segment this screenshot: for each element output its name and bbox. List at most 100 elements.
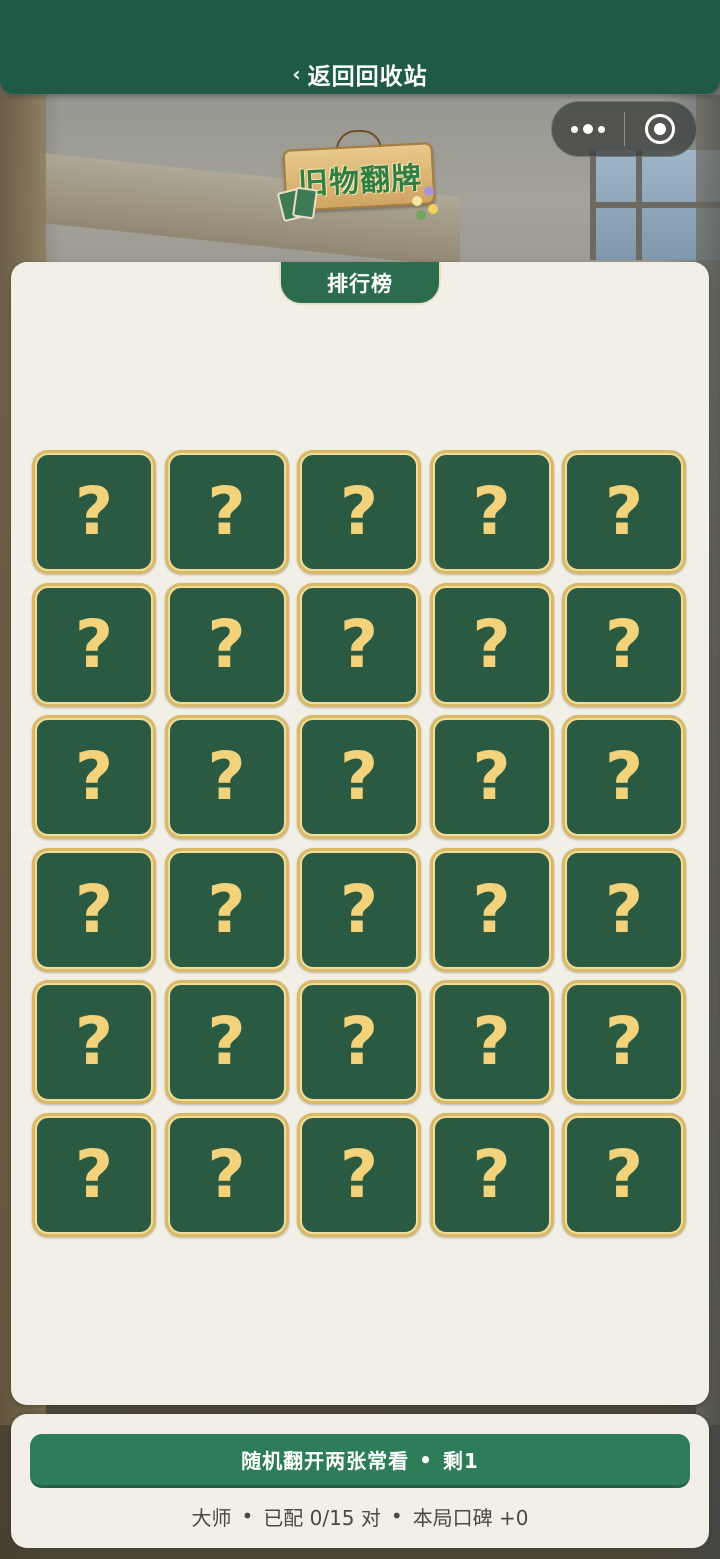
memory-card[interactable]: ? [32, 847, 156, 972]
card-back: ? [300, 453, 418, 571]
card-back: ? [565, 718, 683, 836]
logo-cards-icon [276, 186, 320, 223]
card-back: ? [300, 850, 418, 969]
question-mark-icon: ? [604, 473, 644, 550]
peek-button-label: 随机翻开两张常看 [241, 1449, 410, 1473]
memory-card[interactable]: ? [429, 980, 554, 1104]
card-back: ? [432, 453, 551, 571]
mini-program-capsule [551, 101, 697, 157]
memory-card[interactable]: ? [297, 847, 421, 972]
memory-card[interactable]: ? [562, 582, 686, 707]
memory-card[interactable]: ? [164, 715, 289, 839]
question-mark-icon: ? [74, 870, 114, 948]
back-to-recycle-station-link[interactable]: ‹ 返回回收站 [0, 56, 720, 92]
memory-card[interactable]: ? [562, 847, 686, 972]
memory-card[interactable]: ? [32, 582, 156, 707]
memory-card[interactable]: ? [429, 582, 554, 707]
memory-card[interactable]: ? [164, 980, 289, 1104]
question-mark-icon: ? [472, 1003, 511, 1080]
question-mark-icon: ? [604, 1135, 644, 1213]
card-back: ? [35, 983, 153, 1101]
card-back: ? [565, 1115, 683, 1234]
memory-card[interactable]: ? [429, 847, 554, 972]
memory-card[interactable]: ? [429, 450, 554, 574]
question-mark-icon: ? [339, 605, 379, 683]
card-back: ? [432, 850, 551, 969]
card-back: ? [167, 585, 286, 704]
card-back: ? [432, 983, 551, 1101]
question-mark-icon: ? [339, 473, 379, 550]
memory-card[interactable]: ? [164, 847, 289, 972]
memory-card[interactable]: ? [297, 582, 421, 707]
card-back: ? [300, 585, 418, 704]
card-back: ? [35, 453, 153, 571]
question-mark-icon: ? [207, 473, 246, 550]
question-mark-icon: ? [74, 1003, 114, 1080]
memory-card[interactable]: ? [297, 1112, 421, 1237]
card-back: ? [167, 850, 286, 969]
rank-label: 大师 [191, 1505, 232, 1530]
memory-card[interactable]: ? [297, 450, 421, 574]
close-target-icon[interactable] [625, 101, 697, 157]
memory-card[interactable]: ? [562, 1112, 686, 1237]
question-mark-icon: ? [207, 1135, 246, 1213]
memory-card[interactable]: ? [32, 715, 156, 839]
card-back: ? [432, 585, 551, 704]
question-mark-icon: ? [207, 738, 246, 815]
question-mark-icon: ? [472, 870, 511, 948]
question-mark-icon: ? [604, 870, 644, 948]
game-status-line: 大师 • 已配 0/15 对 • 本局口碑 +0 [11, 1496, 709, 1536]
game-logo: 旧物翻牌 [276, 128, 446, 223]
question-mark-icon: ? [207, 605, 246, 683]
leaderboard-tab[interactable]: 排行榜 [279, 262, 441, 305]
random-peek-button[interactable]: 随机翻开两张常看 • 剩1 [30, 1434, 690, 1488]
memory-card[interactable]: ? [32, 980, 156, 1104]
card-back: ? [167, 1115, 286, 1234]
question-mark-icon: ? [207, 1003, 246, 1080]
card-back: ? [35, 1115, 153, 1234]
card-back: ? [432, 1115, 551, 1234]
back-link-label: 返回回收站 [307, 64, 428, 90]
chevron-left-icon: ‹ [292, 62, 302, 86]
card-grid: ?????????????????????????????? [32, 450, 686, 1237]
peek-button-separator: • [419, 1447, 433, 1472]
peek-remaining-count: 剩1 [442, 1449, 479, 1473]
card-back: ? [565, 850, 683, 969]
memory-card[interactable]: ? [297, 980, 421, 1104]
question-mark-icon: ? [472, 738, 511, 815]
card-back: ? [167, 453, 286, 571]
question-mark-icon: ? [472, 473, 511, 550]
reputation-score: 本局口碑 +0 [412, 1505, 529, 1530]
card-back: ? [565, 585, 683, 704]
question-mark-icon: ? [604, 1003, 644, 1080]
question-mark-icon: ? [74, 473, 114, 550]
matched-pairs-count: 已配 0/15 对 [263, 1505, 381, 1530]
memory-card[interactable]: ? [562, 980, 686, 1104]
memory-card[interactable]: ? [562, 450, 686, 574]
question-mark-icon: ? [339, 1003, 379, 1080]
memory-card[interactable]: ? [32, 450, 156, 574]
card-back: ? [300, 1115, 418, 1234]
memory-card[interactable]: ? [562, 715, 686, 839]
memory-card[interactable]: ? [164, 582, 289, 707]
question-mark-icon: ? [472, 605, 511, 683]
memory-card[interactable]: ? [164, 1112, 289, 1237]
memory-card[interactable]: ? [429, 1112, 554, 1237]
question-mark-icon: ? [74, 605, 114, 683]
card-back: ? [167, 718, 286, 836]
more-dots-icon[interactable] [552, 101, 624, 157]
status-separator: • [241, 1504, 254, 1528]
question-mark-icon: ? [339, 1135, 379, 1213]
question-mark-icon: ? [604, 738, 644, 815]
card-back: ? [300, 983, 418, 1101]
question-mark-icon: ? [207, 870, 246, 948]
memory-card[interactable]: ? [164, 450, 289, 574]
card-back: ? [300, 718, 418, 836]
logo-flowers-icon [408, 180, 444, 220]
memory-card[interactable]: ? [32, 1112, 156, 1237]
memory-card[interactable]: ? [429, 715, 554, 839]
memory-card[interactable]: ? [297, 715, 421, 839]
card-back: ? [35, 585, 153, 704]
question-mark-icon: ? [74, 1135, 114, 1213]
status-separator: • [390, 1504, 403, 1528]
